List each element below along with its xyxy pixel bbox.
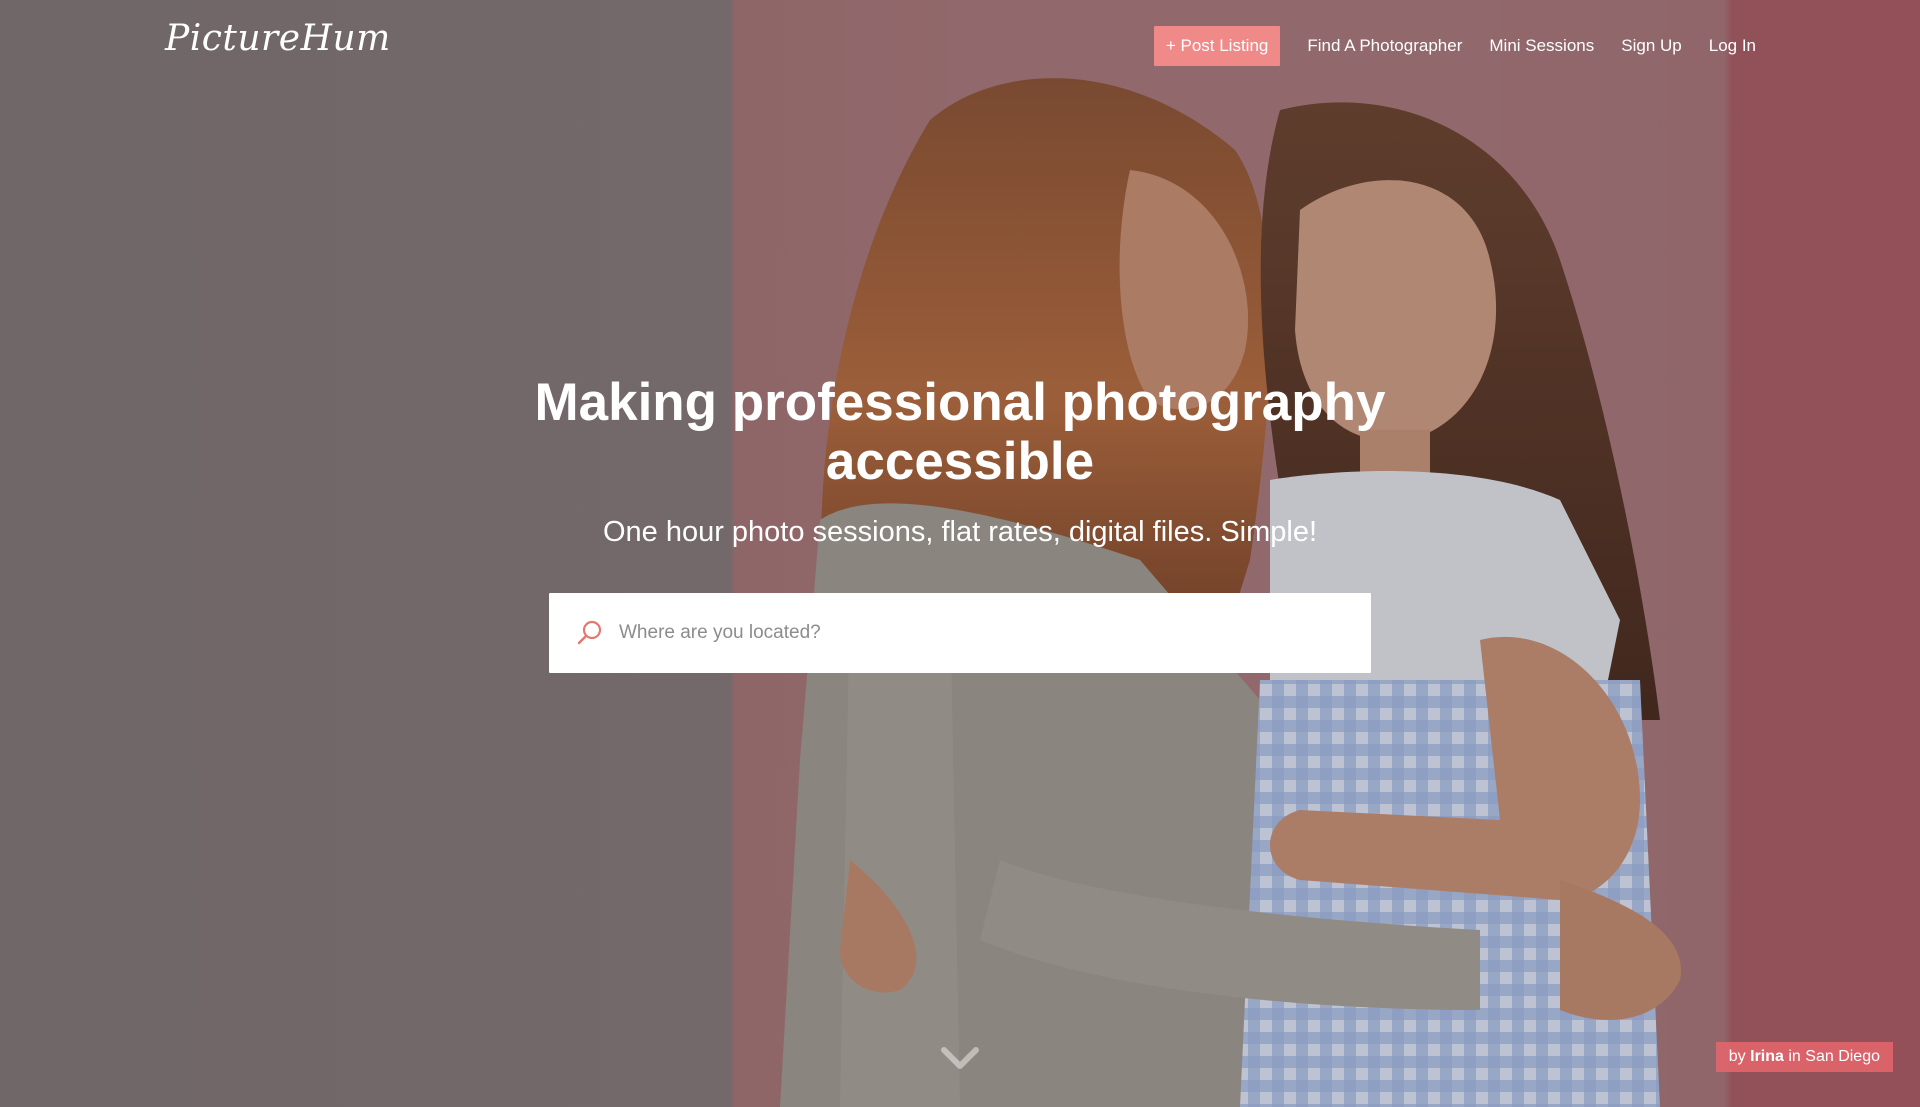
credit-prefix: by [1728,1048,1746,1065]
hero-content: Making professional photography accessib… [0,373,1920,673]
nav-sign-up[interactable]: Sign Up [1621,36,1681,56]
hero-section: PictureHum + Post Listing Find A Photogr… [0,0,1920,1107]
nav-log-in[interactable]: Log In [1709,36,1756,56]
photo-credit[interactable]: by Irina in San Diego [1715,1042,1893,1072]
hero-subheadline: One hour photo sessions, flat rates, dig… [602,516,1318,548]
post-listing-button[interactable]: + Post Listing [1153,26,1281,66]
nav-links: + Post Listing Find A Photographer Mini … [1153,26,1756,66]
nav-find-photographer[interactable]: Find A Photographer [1307,36,1462,56]
search-icon [575,618,605,648]
chevron-down-icon[interactable] [940,1044,980,1072]
credit-photographer: Irina [1750,1048,1784,1065]
top-navigation: PictureHum + Post Listing Find A Photogr… [0,0,1920,90]
hero-headline: Making professional photography accessib… [534,373,1386,491]
credit-location: San Diego [1805,1048,1880,1065]
nav-mini-sessions[interactable]: Mini Sessions [1489,36,1594,56]
location-search-box[interactable] [549,593,1371,673]
credit-middle: in [1788,1048,1801,1065]
location-search-input[interactable] [619,622,1339,644]
site-logo[interactable]: PictureHum [165,18,391,59]
